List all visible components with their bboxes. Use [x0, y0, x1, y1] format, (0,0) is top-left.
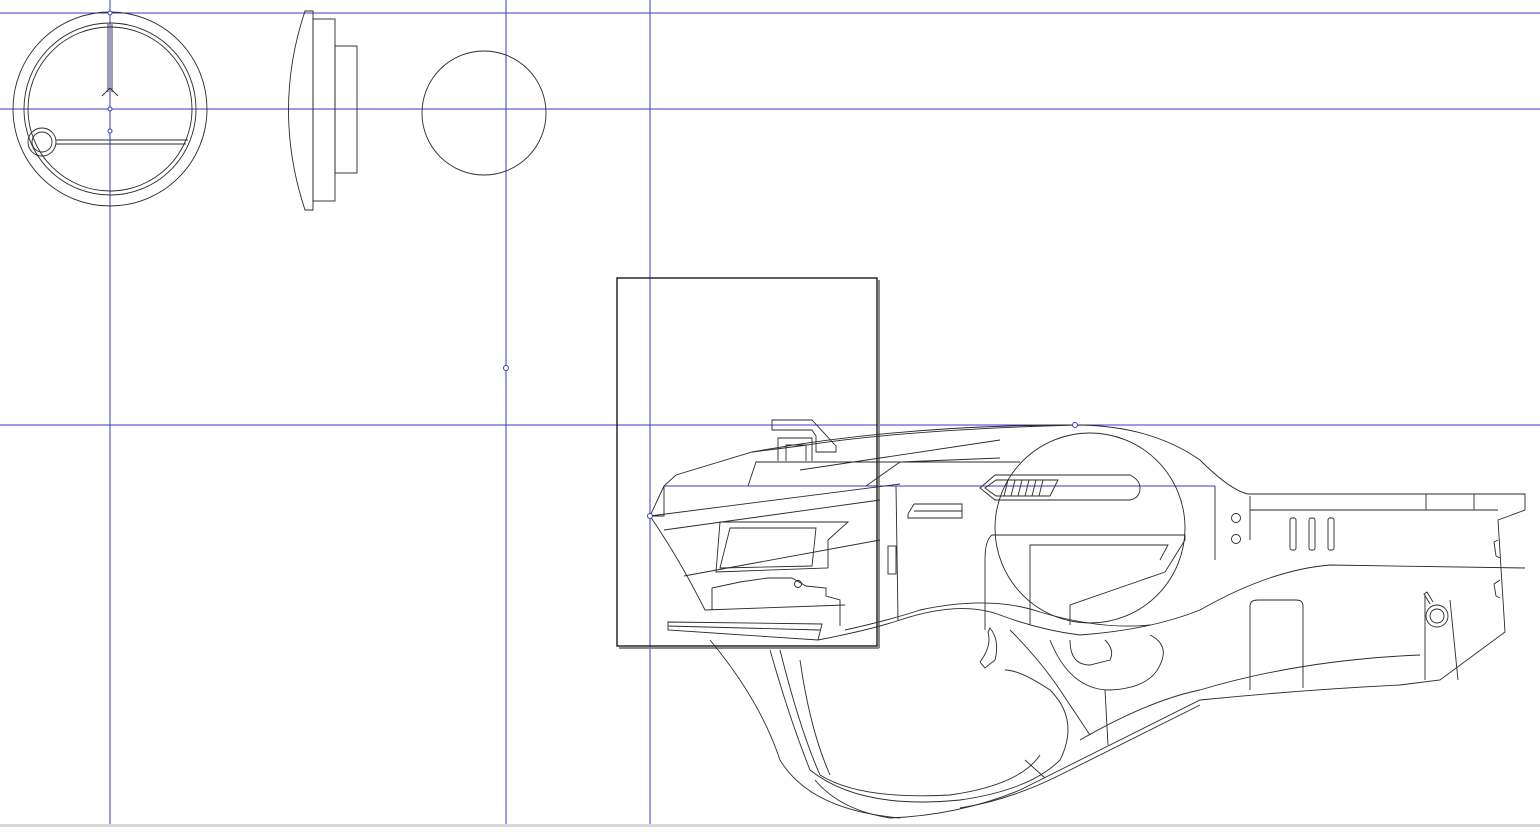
- anchor-point[interactable]: [1072, 422, 1078, 428]
- reference-frame[interactable]: [616, 277, 880, 649]
- drawing-canvas[interactable]: [0, 0, 1540, 827]
- anchor-point[interactable]: [647, 513, 653, 519]
- scope-lens-circle[interactable]: [421, 50, 547, 371]
- anchor-point[interactable]: [503, 365, 509, 371]
- scope-side-view[interactable]: [288, 10, 358, 211]
- anchor-point[interactable]: [107, 128, 113, 134]
- blaster-body[interactable]: [647, 419, 1526, 819]
- anchor-point[interactable]: [107, 10, 113, 16]
- anchor-point[interactable]: [107, 106, 113, 112]
- guide-lines[interactable]: [0, 0, 1540, 827]
